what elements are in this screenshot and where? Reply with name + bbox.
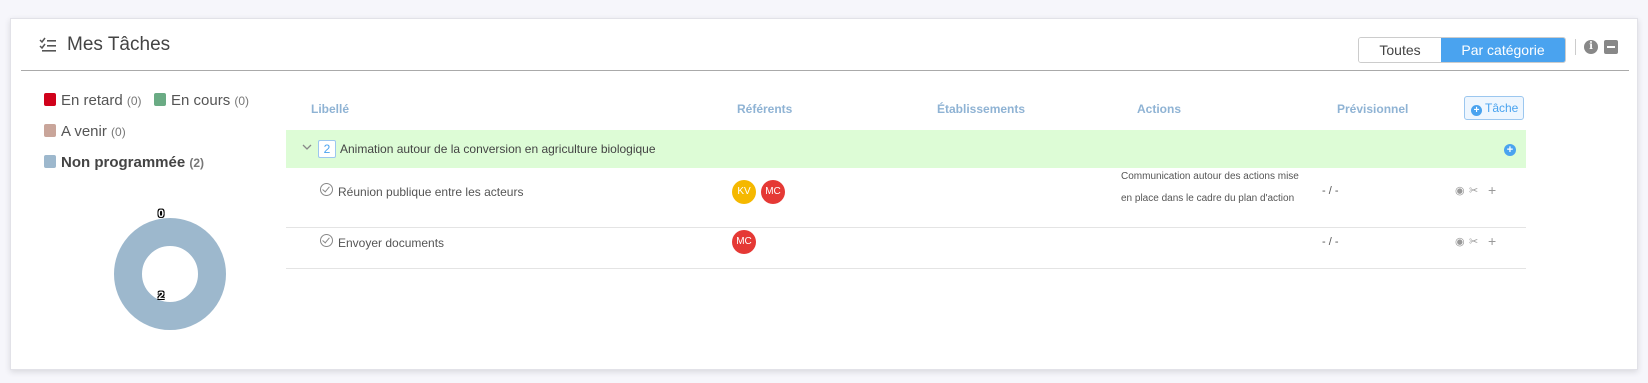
minimize-icon[interactable]: [1604, 40, 1618, 54]
avatar[interactable]: KV: [732, 180, 756, 204]
previsionnel-value: - / -: [1322, 185, 1339, 197]
view-toggle: Toutes Par catégorie: [1358, 37, 1566, 63]
scissors-icon[interactable]: ✂: [1469, 184, 1478, 197]
page-title: Mes Tâches: [67, 34, 171, 55]
donut-label-bottom: 2: [158, 290, 165, 302]
donut-ring-unscheduled[interactable]: [114, 218, 226, 330]
plus-icon[interactable]: +: [1488, 182, 1496, 198]
status-donut-chart: [114, 218, 226, 330]
legend-swatch: [154, 93, 166, 106]
legend-swatch: [44, 93, 56, 106]
legend-count: (0): [126, 94, 142, 108]
task-label: Envoyer documents: [338, 236, 445, 250]
legend-item-unscheduled[interactable]: Non programmée (2): [44, 154, 204, 171]
eye-icon[interactable]: ◉: [1455, 235, 1465, 248]
header-divider: [1575, 39, 1576, 55]
legend-label: En cours: [171, 92, 231, 109]
legend-count: (0): [234, 94, 250, 108]
avatar[interactable]: MC: [761, 180, 785, 204]
toggle-all-button[interactable]: Toutes: [1359, 38, 1441, 62]
action-text[interactable]: Communication autour des actions mise en…: [1121, 166, 1306, 210]
column-header-etablissements[interactable]: Établissements: [937, 102, 1025, 116]
add-task-label: Tâche: [1485, 101, 1519, 115]
table-row[interactable]: Envoyer documents MC - / - ◉ ✂ +: [286, 229, 1526, 269]
group-count-badge: 2: [318, 140, 336, 158]
previsionnel-value: - / -: [1322, 236, 1339, 248]
legend-label: Non programmée: [61, 154, 186, 171]
legend-swatch: [44, 155, 56, 168]
check-circle-icon[interactable]: [320, 183, 333, 196]
legend-item-upcoming[interactable]: A venir (0): [44, 123, 126, 140]
donut-label-top: 0: [158, 208, 165, 220]
plus-icon[interactable]: +: [1488, 233, 1496, 249]
info-icon[interactable]: i: [1584, 40, 1598, 54]
column-header-previsionnel[interactable]: Prévisionnel: [1337, 102, 1408, 116]
legend-label: En retard: [61, 92, 123, 109]
plus-circle-icon: +: [1471, 105, 1482, 116]
toggle-by-category-button[interactable]: Par catégorie: [1441, 38, 1565, 62]
group-label: Animation autour de la conversion en agr…: [340, 142, 656, 156]
avatar[interactable]: MC: [732, 230, 756, 254]
legend-item-late[interactable]: En retard (0): [44, 92, 142, 109]
row-actions: ◉ ✂ +: [1455, 233, 1505, 249]
column-header-actions[interactable]: Actions: [1137, 102, 1181, 116]
scissors-icon[interactable]: ✂: [1469, 235, 1478, 248]
legend-label: A venir: [61, 123, 107, 140]
eye-icon[interactable]: ◉: [1455, 184, 1465, 197]
column-header-libelle[interactable]: Libellé: [311, 102, 349, 116]
column-header-referents[interactable]: Référents: [737, 102, 792, 116]
legend-item-in-progress[interactable]: En cours (0): [154, 92, 249, 109]
table-row[interactable]: Réunion publique entre les acteurs KV MC…: [286, 168, 1526, 228]
task-label: Réunion publique entre les acteurs: [338, 185, 524, 199]
add-task-button[interactable]: + Tâche: [1464, 96, 1524, 120]
checklist-icon: [39, 37, 56, 52]
chevron-down-icon[interactable]: [302, 142, 312, 152]
legend-count: (0): [111, 125, 126, 139]
check-circle-icon[interactable]: [320, 234, 333, 247]
legend-count: (2): [189, 156, 205, 170]
category-group-row[interactable]: 2 Animation autour de la conversion en a…: [286, 130, 1526, 168]
legend-swatch: [44, 124, 56, 137]
group-add-icon[interactable]: +: [1504, 144, 1516, 156]
card-header: Mes Tâches Toutes Par catégorie i: [21, 19, 1629, 71]
row-actions: ◉ ✂ +: [1455, 182, 1505, 198]
